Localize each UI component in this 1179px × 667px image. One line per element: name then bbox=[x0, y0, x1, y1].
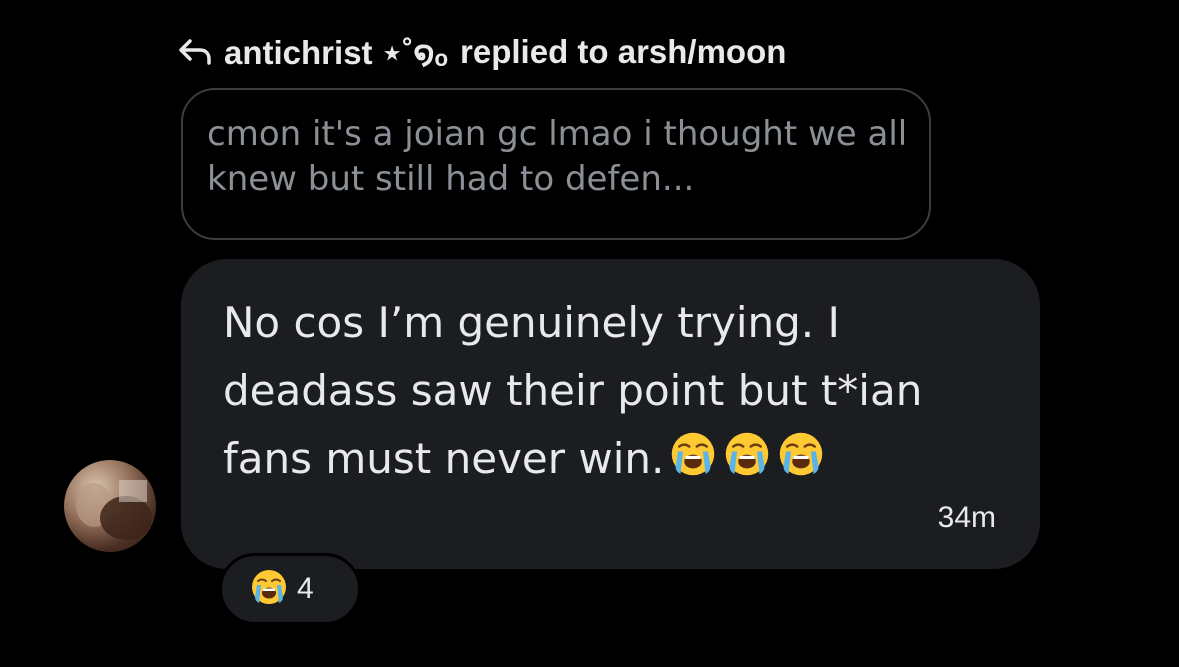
avatar-image bbox=[76, 480, 152, 540]
message-emojis bbox=[664, 432, 826, 483]
crying-face-emoji-icon bbox=[668, 429, 718, 499]
message-bubble[interactable]: No cos I’m genuinely trying. I deadass s… bbox=[181, 259, 1040, 569]
reply-arrow-icon bbox=[179, 39, 211, 65]
reply-username[interactable]: antichrist ⋆˚໑ₒ bbox=[224, 33, 448, 72]
message-text-block: No cos I’m genuinely trying. I deadass s… bbox=[223, 289, 1003, 499]
avatar[interactable] bbox=[64, 460, 156, 552]
crying-face-emoji-icon bbox=[252, 570, 286, 604]
quoted-message-text: cmon it's a joian gc lmao i thought we a… bbox=[207, 114, 908, 199]
quoted-message-bubble[interactable]: cmon it's a joian gc lmao i thought we a… bbox=[181, 88, 931, 240]
reaction-count: 4 bbox=[297, 572, 314, 605]
reaction-pill[interactable]: 4 bbox=[219, 553, 361, 625]
reply-action-text: replied to arsh/moon bbox=[460, 33, 787, 70]
message-timestamp: 34m bbox=[937, 501, 996, 534]
crying-face-emoji-icon bbox=[722, 429, 772, 499]
reply-header: antichrist ⋆˚໑ₒ replied to arsh/moon bbox=[178, 30, 786, 74]
reaction-emoji bbox=[249, 567, 289, 611]
crying-face-emoji-icon bbox=[776, 429, 826, 499]
